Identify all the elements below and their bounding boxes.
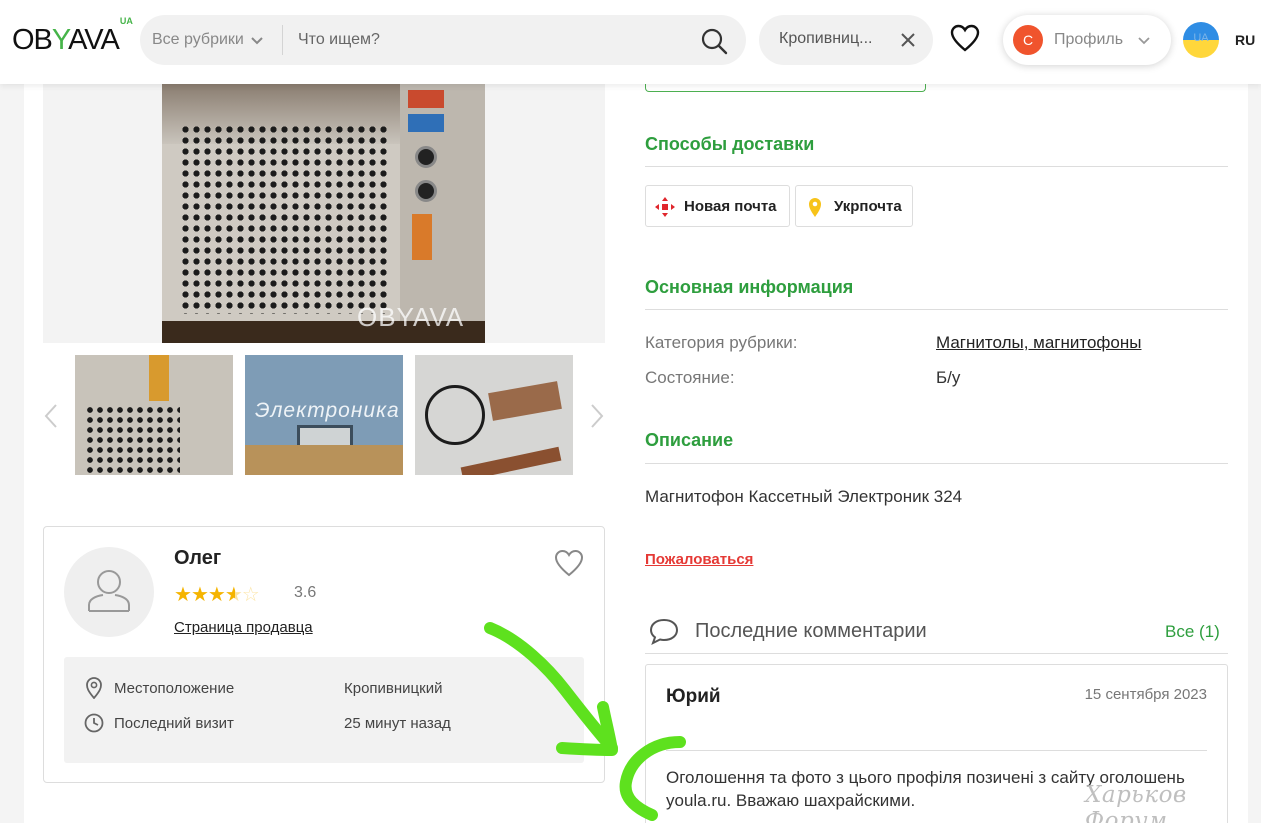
- image-detail: [425, 385, 485, 445]
- last-visit-label: Последний визит: [114, 715, 234, 732]
- comment-bubble-icon: [649, 618, 679, 645]
- delivery-title: Способы доставки: [645, 134, 815, 154]
- description-title: Описание: [645, 430, 734, 450]
- comments-all-link[interactable]: Все (1): [1165, 622, 1220, 642]
- report-link[interactable]: Пожаловаться: [645, 551, 753, 568]
- product-image: OBYAVA: [162, 84, 485, 343]
- comments-title: Последние комментарии: [695, 620, 927, 642]
- divider: [645, 463, 1228, 464]
- profile-label: Профиль: [1054, 31, 1124, 48]
- star-empty-icon: ☆: [241, 584, 260, 606]
- favorites-heart-icon[interactable]: [950, 24, 980, 52]
- profile-menu[interactable]: С Профиль: [1003, 15, 1171, 65]
- thumbnail-2[interactable]: Электроника: [245, 355, 403, 475]
- image-detail: [408, 114, 444, 132]
- main-photo[interactable]: OBYAVA: [43, 84, 605, 343]
- photo-watermark: OBYAVA: [357, 302, 465, 332]
- rating-value: 3.6: [294, 584, 317, 601]
- comment-date: 15 сентября 2023: [1084, 686, 1207, 703]
- delivery-ukrposhta: Укрпочта: [795, 185, 913, 227]
- seller-info-box: Местоположение Кропивницкий Последний ви…: [64, 657, 584, 763]
- delivery-nova-poshta: Новая почта: [645, 185, 790, 227]
- divider: [645, 166, 1228, 167]
- language-flag-label: UA: [1193, 32, 1209, 44]
- star-icon: ★: [190, 584, 209, 606]
- contact-button-edge[interactable]: [645, 84, 926, 92]
- location-label: Местоположение: [114, 680, 235, 697]
- category-link[interactable]: Магнитолы, магнитофоны: [936, 333, 1141, 353]
- logo-suffix: UA: [119, 16, 133, 27]
- thumbnail-1[interactable]: [75, 355, 233, 475]
- seller-avatar: [64, 547, 154, 637]
- location-row: Местоположение Кропивницкий: [64, 677, 584, 701]
- search-divider: [282, 25, 283, 55]
- nova-poshta-icon: [655, 197, 675, 217]
- image-detail: [149, 355, 169, 401]
- location-value: Кропивницкий: [344, 680, 443, 697]
- search-input[interactable]: [298, 15, 678, 65]
- site-header: OBYAVAUA Все рубрики Кропивниц... С Проф…: [0, 0, 1261, 84]
- divider: [645, 309, 1228, 310]
- image-detail: [488, 381, 562, 421]
- star-icon: ★: [174, 584, 192, 606]
- image-detail: [415, 146, 437, 168]
- star-half-icon: ★: [224, 584, 243, 606]
- seller-name: Олег: [174, 547, 222, 569]
- image-detail: [245, 445, 403, 475]
- thumbnail-3[interactable]: [415, 355, 573, 475]
- category-label: Категория рубрики:: [645, 333, 798, 352]
- close-icon[interactable]: [899, 31, 917, 49]
- delivery-label: Новая почта: [684, 198, 777, 215]
- chevron-right-icon[interactable]: [588, 402, 606, 430]
- image-detail: [460, 446, 562, 475]
- location-pin-icon: [86, 677, 102, 699]
- image-detail: [408, 90, 444, 108]
- category-select-label: Все рубрики: [152, 31, 244, 48]
- profile-avatar: С: [1013, 25, 1043, 55]
- condition-value: Б/у: [936, 368, 961, 387]
- language-flag[interactable]: UA: [1183, 22, 1219, 58]
- condition-label: Состояние:: [645, 368, 735, 387]
- last-visit-value: 25 минут назад: [344, 715, 451, 732]
- comment-author: Юрий: [666, 686, 721, 707]
- search-bar: Все рубрики: [140, 15, 746, 65]
- page: OBYAVAUA Все рубрики Кропивниц... С Проф…: [0, 0, 1261, 823]
- chevron-down-icon: [1138, 37, 1150, 45]
- chevron-down-icon: [251, 37, 263, 45]
- image-detail: [85, 405, 180, 475]
- site-logo[interactable]: OBYAVAUA: [12, 16, 133, 57]
- category-select[interactable]: Все рубрики: [152, 15, 264, 65]
- seller-page-link[interactable]: Страница продавца: [174, 619, 313, 636]
- language-switch[interactable]: RU: [1235, 32, 1255, 48]
- delivery-label: Укрпочта: [834, 198, 902, 215]
- image-detail: [180, 124, 390, 314]
- city-name: Кропивниц...: [779, 30, 873, 47]
- search-icon[interactable]: [700, 27, 728, 55]
- divider: [666, 750, 1207, 751]
- image-detail: [412, 214, 432, 260]
- thumbnail-label: Электроника: [255, 399, 400, 422]
- city-select[interactable]: Кропивниц...: [759, 15, 933, 65]
- ukrposhta-icon: [809, 198, 821, 217]
- forum-watermark: Харьков Форум: [1085, 782, 1187, 823]
- rating-stars: ★★★★☆: [174, 582, 260, 607]
- seller-card: Олег ★★★★☆ 3.6 Страница продавца Местопо…: [43, 526, 605, 783]
- clock-icon: [84, 713, 104, 733]
- last-visit-row: Последний визит 25 минут назад: [64, 712, 584, 736]
- info-title: Основная информация: [645, 277, 854, 297]
- divider: [645, 653, 1228, 654]
- heart-icon[interactable]: [554, 549, 584, 577]
- image-detail: [415, 180, 437, 202]
- star-icon: ★: [207, 584, 226, 606]
- chevron-left-icon[interactable]: [42, 402, 60, 430]
- user-icon: [88, 570, 130, 612]
- thumbnail-strip: Электроника: [43, 355, 605, 475]
- description-text: Магнитофон Кассетный Электроник 324: [645, 487, 963, 506]
